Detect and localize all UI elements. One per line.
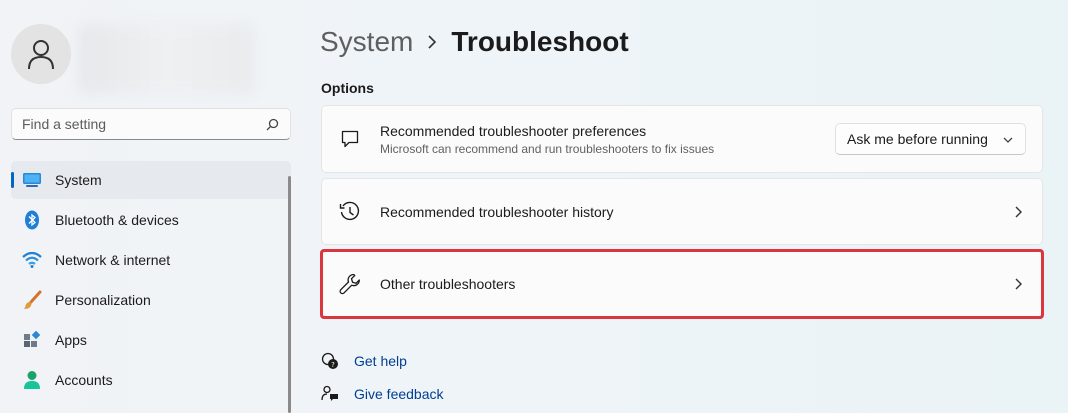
- search-icon[interactable]: [264, 116, 280, 132]
- page-title: Troubleshoot: [451, 26, 629, 57]
- chevron-right-icon: [1010, 276, 1026, 292]
- help-links: ? Get help Give feedback: [320, 350, 444, 413]
- sidebar-item-network[interactable]: Network & internet: [11, 241, 291, 279]
- give-feedback-link[interactable]: Give feedback: [320, 383, 444, 405]
- preferences-card: Recommended troubleshooter preferences M…: [321, 105, 1043, 173]
- sidebar-item-label: System: [55, 172, 102, 188]
- sidebar-item-label: Network & internet: [55, 252, 171, 268]
- search-input[interactable]: Find a setting: [11, 108, 291, 140]
- avatar[interactable]: [11, 24, 71, 84]
- chevron-right-icon: [1010, 204, 1026, 220]
- preferences-subtitle: Microsoft can recommend and run troubles…: [380, 141, 715, 156]
- help-icon: ?: [320, 351, 340, 371]
- sidebar: Find a setting System Bluetooth & device…: [0, 0, 300, 413]
- chevron-right-icon: [427, 35, 437, 49]
- sidebar-item-accounts[interactable]: Accounts: [11, 361, 291, 399]
- sidebar-item-bluetooth[interactable]: Bluetooth & devices: [11, 201, 291, 239]
- dropdown-value: Ask me before running: [847, 131, 988, 147]
- sidebar-item-label: Accounts: [55, 372, 113, 388]
- history-icon: [338, 200, 362, 224]
- get-help-label: Get help: [354, 353, 407, 369]
- sidebar-item-label: Apps: [55, 332, 87, 348]
- system-icon: [21, 169, 43, 191]
- svg-text:?: ?: [331, 361, 335, 369]
- accounts-icon: [21, 369, 43, 391]
- sidebar-item-personalization[interactable]: Personalization: [11, 281, 291, 319]
- preferences-title: Recommended troubleshooter preferences: [380, 122, 647, 139]
- apps-icon: [21, 329, 43, 351]
- bluetooth-icon: [21, 209, 43, 231]
- user-icon: [28, 40, 54, 70]
- search-placeholder: Find a setting: [22, 116, 107, 132]
- chevron-down-icon: [1002, 131, 1014, 147]
- sidebar-scrollbar[interactable]: [288, 176, 291, 413]
- breadcrumb: System Troubleshoot: [320, 24, 629, 60]
- preferences-dropdown[interactable]: Ask me before running: [835, 123, 1026, 155]
- brush-icon: [21, 289, 43, 311]
- user-name-blurred: [78, 24, 254, 94]
- history-card[interactable]: Recommended troubleshooter history: [321, 178, 1043, 245]
- wrench-icon: [338, 272, 362, 296]
- get-help-link[interactable]: ? Get help: [320, 350, 444, 372]
- feedback-icon: [320, 384, 340, 404]
- give-feedback-label: Give feedback: [354, 386, 444, 402]
- sidebar-item-system[interactable]: System: [11, 161, 291, 199]
- sidebar-item-label: Personalization: [55, 292, 151, 308]
- breadcrumb-parent[interactable]: System: [320, 26, 413, 58]
- chat-icon: [338, 127, 362, 151]
- section-label-options: Options: [321, 80, 374, 96]
- history-title: Recommended troubleshooter history: [380, 203, 614, 220]
- sidebar-nav: System Bluetooth & devices Network & int…: [11, 161, 291, 401]
- sidebar-item-label: Bluetooth & devices: [55, 212, 179, 228]
- other-troubleshooters-card[interactable]: Other troubleshooters: [321, 251, 1043, 317]
- other-troubleshooters-title: Other troubleshooters: [380, 276, 516, 292]
- sidebar-item-apps[interactable]: Apps: [11, 321, 291, 359]
- wifi-icon: [21, 249, 43, 271]
